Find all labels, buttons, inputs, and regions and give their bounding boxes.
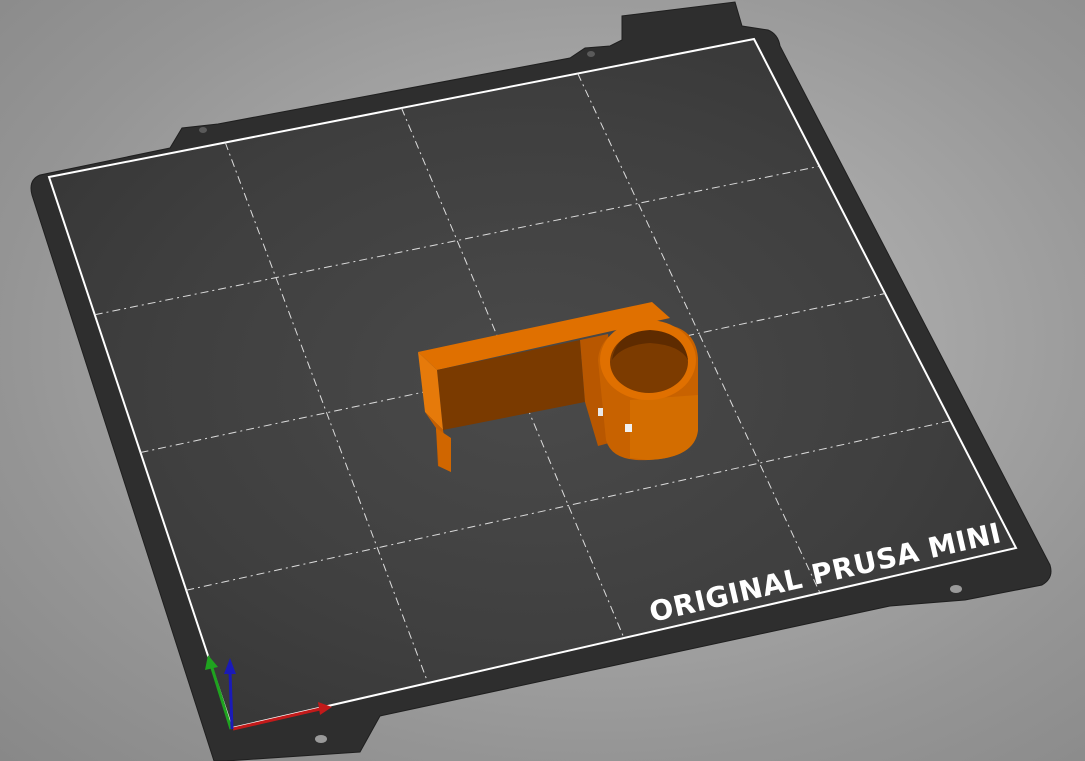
bed-hole [315,735,327,743]
3d-viewport[interactable]: ORIGINAL PRUSA MINI [0,0,1085,761]
bed-hole [587,51,595,57]
model-slot [625,424,632,432]
bed-hole [950,585,962,593]
model-slot [598,408,603,416]
bed-hole [199,127,207,133]
z-axis-line [228,671,234,730]
